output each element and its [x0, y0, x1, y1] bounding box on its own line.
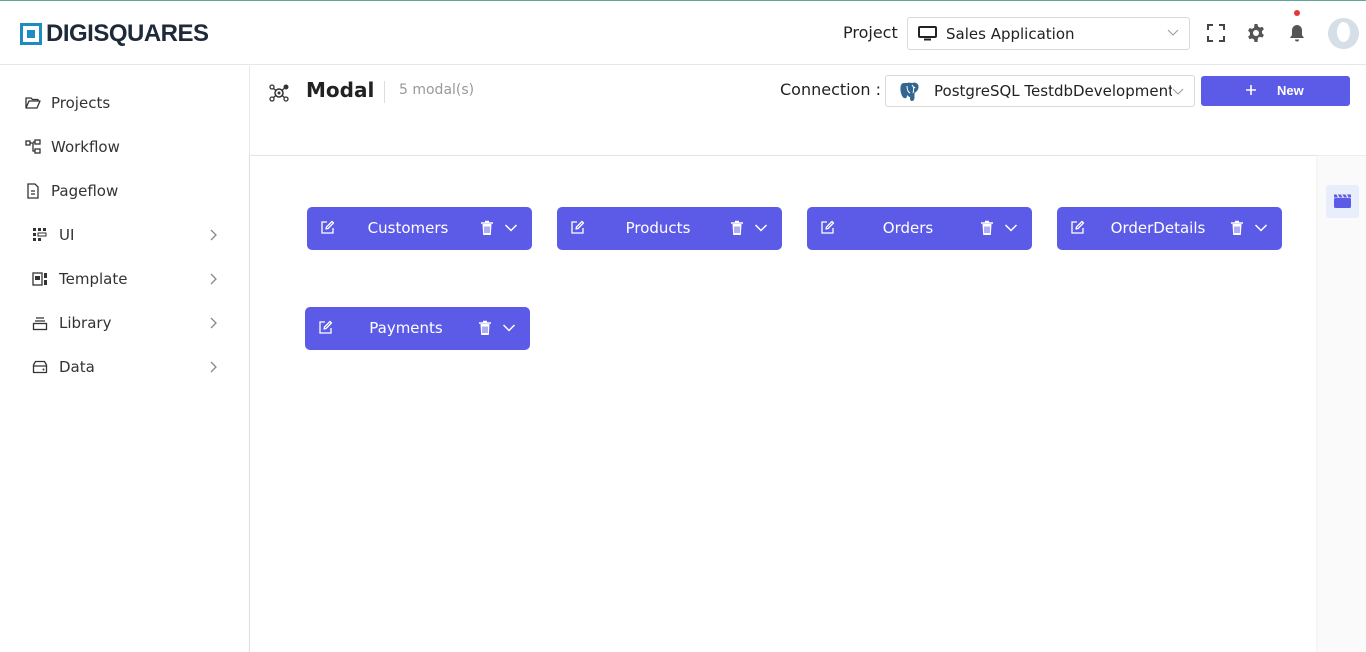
page-title: Modal	[306, 78, 375, 102]
trash-icon[interactable]	[730, 220, 744, 236]
top-header: DIGISQUARES Project Sales Application	[0, 1, 1366, 65]
logo-text: DIGISQUARES	[46, 20, 209, 47]
chevron-down-icon	[1167, 29, 1179, 36]
bell-icon[interactable]	[1287, 23, 1307, 43]
pageflow-icon	[27, 183, 39, 199]
sidebar-item-pageflow[interactable]: Pageflow	[0, 176, 249, 206]
monitor-icon	[918, 26, 937, 41]
gear-icon[interactable]	[1246, 23, 1266, 43]
edit-icon[interactable]	[570, 220, 585, 235]
sidebar-item-label: Projects	[51, 94, 111, 112]
modal-card-name: Products	[625, 219, 691, 237]
app-logo[interactable]: DIGISQUARES	[20, 20, 209, 47]
chevron-down-icon[interactable]	[504, 221, 518, 235]
workflow-icon	[25, 139, 41, 154]
modal-card-payments[interactable]: Payments	[305, 307, 530, 350]
new-modal-button[interactable]: New	[1201, 76, 1350, 106]
sidebar-item-template[interactable]: Template	[0, 264, 249, 294]
library-icon	[32, 317, 48, 331]
sidebar-item-label: Pageflow	[51, 182, 119, 200]
main-content: Modal 5 modal(s) Connection : PostgreSQL…	[250, 66, 1366, 652]
template-icon	[32, 272, 47, 286]
modal-card-orderdetails[interactable]: OrderDetails	[1057, 207, 1282, 250]
sidebar: Projects Workflow Pageflow UI Template L…	[0, 66, 250, 652]
trash-icon[interactable]	[1230, 220, 1244, 236]
modal-card-products[interactable]: Products	[557, 207, 782, 250]
modal-canvas: Customers Products Orders OrderDetails P…	[250, 156, 1316, 652]
ui-grid-icon	[33, 228, 47, 241]
sidebar-item-projects[interactable]: Projects	[0, 88, 249, 118]
edit-icon[interactable]	[820, 220, 835, 235]
postgresql-icon	[900, 82, 919, 101]
sidebar-item-label: UI	[59, 226, 75, 244]
chevron-down-icon[interactable]	[502, 321, 516, 335]
user-avatar-icon	[1328, 18, 1359, 49]
chevron-right-icon	[210, 229, 217, 241]
folder-open-icon	[25, 97, 41, 109]
modal-card-orders[interactable]: Orders	[807, 207, 1032, 250]
edit-icon[interactable]	[318, 320, 333, 335]
chevron-down-icon	[1172, 85, 1184, 97]
project-select[interactable]: Sales Application	[907, 17, 1190, 50]
chevron-right-icon	[210, 361, 217, 373]
connection-select[interactable]: PostgreSQL TestdbDevelopment	[885, 75, 1195, 107]
data-icon	[32, 360, 48, 374]
modal-card-customers[interactable]: Customers	[307, 207, 532, 250]
trash-icon[interactable]	[480, 220, 494, 236]
sidebar-item-ui[interactable]: UI	[0, 220, 249, 250]
modal-count: 5 modal(s)	[399, 82, 475, 98]
sidebar-item-library[interactable]: Library	[0, 308, 249, 338]
sidebar-item-label: Workflow	[51, 138, 120, 156]
modal-card-name: Customers	[367, 219, 449, 237]
sidebar-item-data[interactable]: Data	[0, 352, 249, 382]
trash-icon[interactable]	[478, 320, 492, 336]
notification-dot	[1294, 10, 1300, 16]
page-toolbar: Modal 5 modal(s) Connection : PostgreSQL…	[250, 66, 1366, 156]
clapperboard-panel-button[interactable]	[1326, 185, 1359, 218]
modal-card-name: Payments	[369, 319, 443, 337]
connection-select-value: PostgreSQL TestdbDevelopment	[934, 82, 1174, 100]
chevron-right-icon	[210, 317, 217, 329]
chevron-down-icon[interactable]	[1254, 221, 1268, 235]
project-select-value: Sales Application	[946, 24, 1075, 43]
trash-icon[interactable]	[980, 220, 994, 236]
chevron-down-icon[interactable]	[1004, 221, 1018, 235]
chevron-right-icon	[210, 273, 217, 285]
sidebar-item-workflow[interactable]: Workflow	[0, 132, 249, 162]
clapperboard-icon	[1334, 194, 1351, 208]
logo-mark-icon	[20, 23, 42, 45]
connection-label: Connection :	[780, 80, 882, 99]
avatar[interactable]	[1328, 18, 1359, 49]
edit-icon[interactable]	[320, 220, 335, 235]
sidebar-item-label: Library	[59, 314, 112, 332]
new-button-label: New	[1277, 83, 1304, 98]
sidebar-item-label: Template	[59, 270, 128, 288]
fullscreen-icon[interactable]	[1206, 23, 1226, 43]
modal-card-name: Orders	[882, 219, 934, 237]
chevron-down-icon[interactable]	[754, 221, 768, 235]
project-label: Project	[843, 23, 898, 42]
sidebar-item-label: Data	[59, 358, 95, 376]
title-divider	[384, 81, 385, 103]
plus-icon	[1246, 85, 1256, 95]
modal-network-icon	[269, 84, 289, 102]
edit-icon[interactable]	[1070, 220, 1085, 235]
modal-card-name: OrderDetails	[1110, 219, 1206, 237]
